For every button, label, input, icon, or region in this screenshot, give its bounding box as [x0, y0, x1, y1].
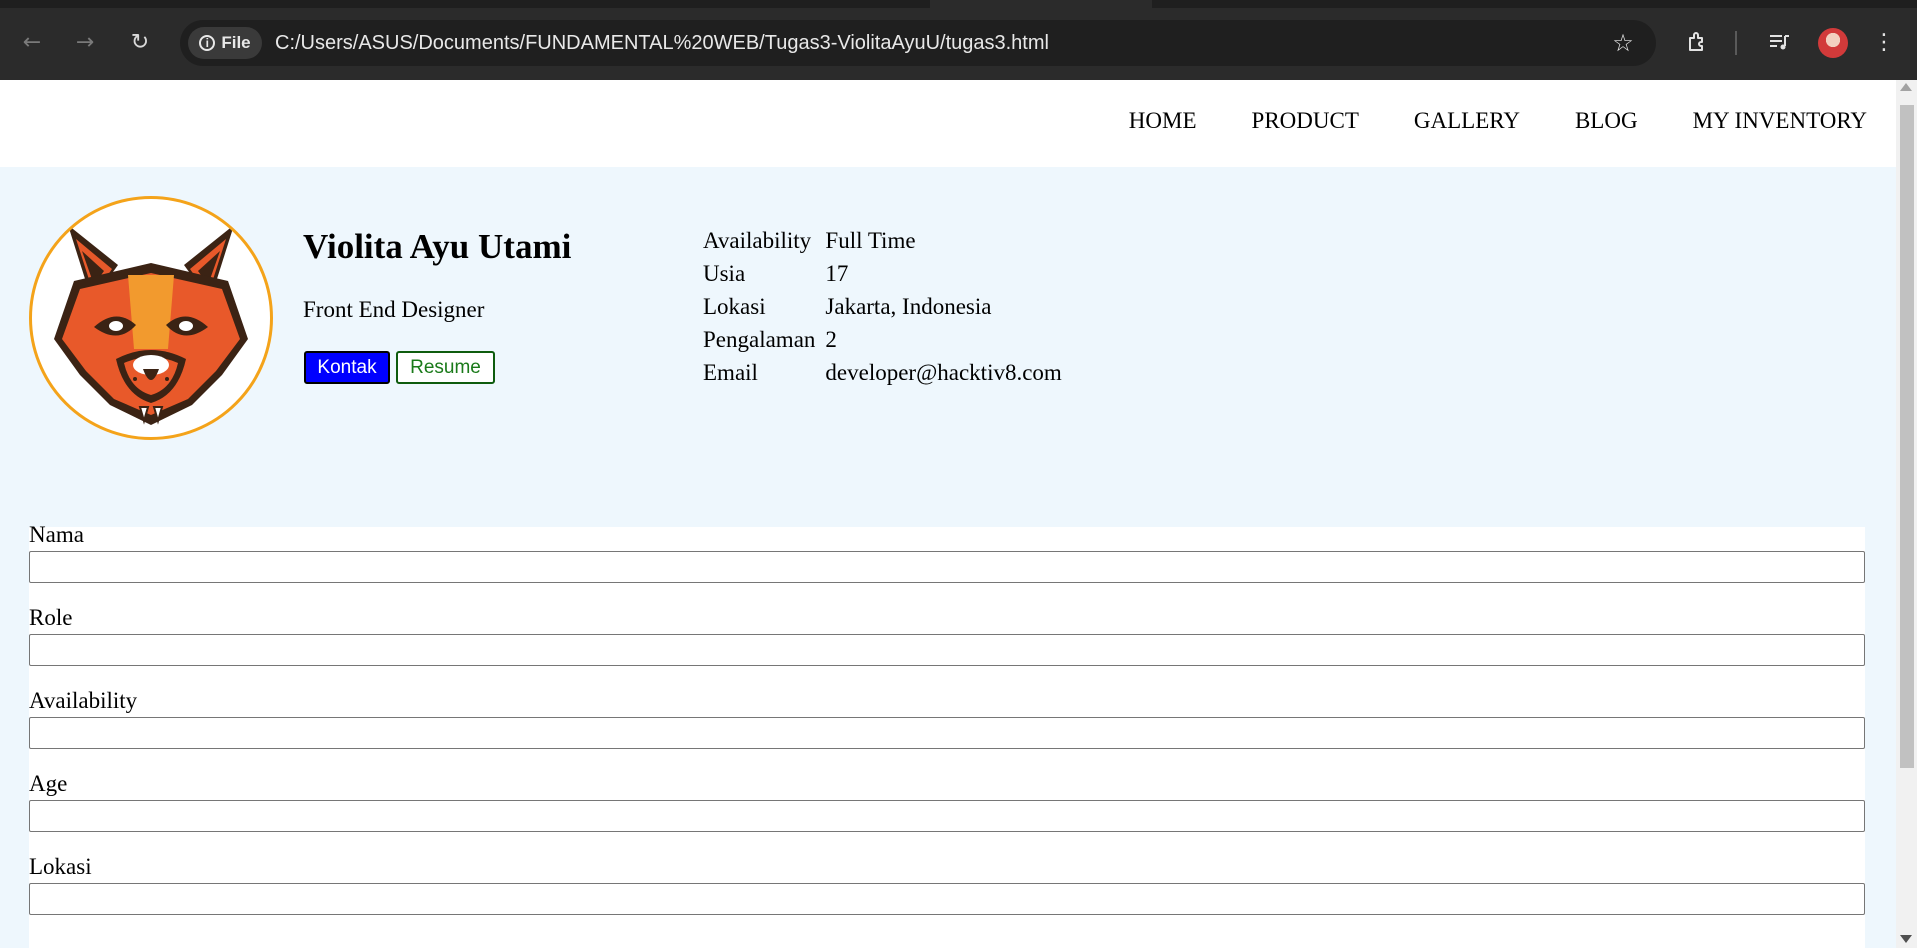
profile-details-table: Availability Full Time Usia 17 Lokasi Ja… [703, 224, 1072, 389]
scrollbar-thumb[interactable] [1900, 105, 1914, 768]
detail-value: developer@hacktiv8.com [825, 360, 1062, 385]
fox-logo-icon [54, 225, 248, 425]
detail-label: Availability [703, 228, 812, 253]
profile-name: Violita Ayu Utami [303, 227, 572, 266]
media-queue-icon[interactable] [1763, 26, 1795, 58]
back-arrow-icon[interactable]: ← [16, 26, 48, 58]
info-icon: i [199, 35, 216, 51]
bookmark-star-icon[interactable]: ☆ [1608, 28, 1638, 58]
detail-label: Lokasi [703, 294, 766, 319]
fox-logo [29, 196, 273, 440]
reload-icon[interactable]: ↻ [124, 26, 156, 58]
detail-value: 2 [825, 327, 837, 352]
field-label-age: Age [29, 771, 68, 796]
lokasi-input[interactable] [29, 883, 1865, 915]
nav-item-home[interactable]: HOME [1129, 108, 1197, 134]
page-viewport: HOME PRODUCT GALLERY BLOG MY INVENTORY V… [0, 80, 1896, 948]
site-info-chip[interactable]: i File [188, 27, 262, 59]
profile-form: Nama Role Availability Age Lokasi [29, 522, 1865, 948]
age-input[interactable] [29, 800, 1865, 832]
nav-item-gallery[interactable]: GALLERY [1414, 108, 1520, 134]
detail-label: Email [703, 360, 758, 385]
detail-row-email: Email developer@hacktiv8.com [703, 356, 1072, 389]
nama-input[interactable] [29, 551, 1865, 583]
kontak-button[interactable]: Kontak [304, 351, 390, 384]
nav-item-my-inventory[interactable]: MY INVENTORY [1693, 108, 1867, 134]
url-text[interactable]: C:/Users/ASUS/Documents/FUNDAMENTAL%20WE… [275, 20, 1049, 66]
resume-button[interactable]: Resume [396, 351, 495, 384]
detail-value: 17 [825, 261, 849, 286]
nav-item-product[interactable]: PRODUCT [1252, 108, 1359, 134]
field-label-lokasi: Lokasi [29, 854, 92, 879]
detail-label: Pengalaman [703, 327, 816, 352]
detail-row-lokasi: Lokasi Jakarta, Indonesia [703, 290, 1072, 323]
detail-row-availability: Availability Full Time [703, 224, 1072, 257]
extensions-icon[interactable] [1682, 26, 1714, 58]
detail-value: Jakarta, Indonesia [825, 294, 992, 319]
detail-row-pengalaman: Pengalaman 2 [703, 323, 1072, 356]
field-label-availability: Availability [29, 688, 138, 713]
detail-row-usia: Usia 17 [703, 257, 1072, 290]
profile-role: Front End Designer [303, 297, 485, 322]
active-tab[interactable] [930, 0, 1152, 8]
field-label-nama: Nama [29, 522, 84, 547]
role-input[interactable] [29, 634, 1865, 666]
detail-label: Usia [703, 261, 746, 286]
toolbar-separator [1735, 31, 1737, 55]
detail-value: Full Time [825, 228, 916, 253]
top-navigation: HOME PRODUCT GALLERY BLOG MY INVENTORY [0, 80, 1896, 167]
menu-kebab-icon[interactable]: ⋮ [1868, 26, 1900, 58]
site-info-label: File [221, 33, 251, 52]
profile-avatar[interactable] [1818, 28, 1848, 58]
field-label-role: Role [29, 605, 73, 630]
nav-item-blog[interactable]: BLOG [1575, 108, 1638, 134]
browser-toolbar: ← → ↻ i File C:/Users/ASUS/Documents/FUN… [0, 0, 1917, 80]
forward-arrow-icon[interactable]: → [69, 26, 101, 58]
scroll-down-arrow-icon[interactable] [1900, 935, 1912, 943]
scroll-up-arrow-icon[interactable] [1900, 83, 1912, 91]
address-bar[interactable]: i File C:/Users/ASUS/Documents/FUNDAMENT… [180, 20, 1656, 66]
availability-input[interactable] [29, 717, 1865, 749]
